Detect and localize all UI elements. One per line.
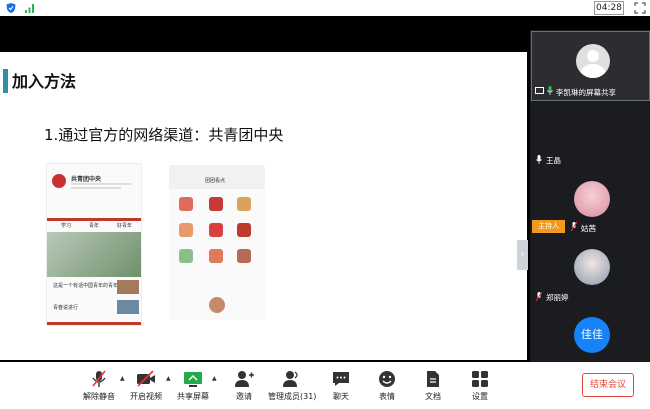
meeting-window: 04:28 加入方法 1.通过官方的网络渠道：共青团中央 共青团中央 学习 青年… [0, 0, 650, 409]
participant-name: 郑丽婷 [546, 293, 569, 302]
manage-members-label: 管理成员(31) [268, 392, 317, 401]
shield-icon[interactable] [5, 2, 17, 14]
slide-subtitle: 1.通过官方的网络渠道：共青团中央 [44, 126, 284, 144]
participant-name: 王晶 [546, 156, 561, 165]
settings-label: 设置 [472, 392, 488, 401]
account-name: 共青团中央 [71, 176, 102, 183]
invite-button[interactable]: 邀请 [231, 370, 257, 402]
phone-item-2: 青春说进行 [53, 305, 79, 311]
shared-screen: 加入方法 1.通过官方的网络渠道：共青团中央 共青团中央 学习 青年 好青年 这… [0, 52, 528, 360]
title-accent-bar [3, 69, 8, 93]
chat-label: 聊天 [333, 392, 349, 401]
participant-name: 姑茜 [581, 224, 596, 233]
fullscreen-icon[interactable] [634, 2, 646, 14]
manage-members-button[interactable]: 管理成员(31) [268, 370, 317, 402]
video-options-caret[interactable]: ▲ [166, 375, 171, 382]
phone-tab-1: 学习 [61, 223, 72, 229]
phone-banner-image [47, 232, 141, 277]
unmute-label: 解除静音 [83, 392, 115, 401]
invite-label: 邀请 [236, 392, 252, 401]
participant-avatar[interactable] [574, 249, 610, 285]
phone-screenshot-2: 团团看点 [169, 165, 265, 320]
participant-avatar[interactable] [574, 181, 610, 217]
meeting-timer: 04:28 [594, 1, 624, 15]
participant-panel: 李凯琳的屏幕共享 王晶 主持人 姑茜 郑丽婷 佳佳 [530, 30, 650, 362]
phone-screenshot-1: 共青团中央 学习 青年 好青年 这是一个有话中国青年的青年情感 青春说进行 [46, 163, 142, 326]
share-screen-label: 共享屏幕 [177, 392, 209, 401]
start-video-label: 开启视频 [130, 392, 162, 401]
phone-tab-3: 好青年 [117, 223, 133, 229]
mic-icon [536, 155, 542, 164]
participant-name: 李凯琳的屏幕共享 [556, 88, 616, 97]
start-video-button[interactable]: 开启视频 [129, 370, 163, 402]
top-bar: 04:28 [0, 0, 650, 16]
share-screen-button[interactable]: 共享屏幕 [176, 370, 210, 402]
phone-tab-2: 青年 [89, 223, 100, 229]
meeting-toolbar: 解除静音 ▲ 开启视频 ▲ 共享屏幕 ▲ 邀请 管理成员(31) 聊天 表情 文… [0, 362, 650, 409]
host-badge: 主持人 [532, 220, 565, 233]
chat-icon [333, 372, 349, 386]
mic-muted-icon [571, 222, 577, 231]
screen-share-icon [535, 87, 544, 94]
members-icon [283, 371, 298, 387]
document-icon [427, 371, 439, 387]
slide-title: 加入方法 [12, 72, 77, 91]
share-options-caret[interactable]: ▲ [212, 375, 217, 382]
participant-avatar-text[interactable]: 佳佳 [574, 317, 610, 353]
mic-muted-icon [536, 292, 542, 301]
settings-button[interactable]: 设置 [468, 370, 492, 402]
end-meeting-button[interactable]: 结束会议 [582, 373, 634, 397]
emoji-label: 表情 [379, 392, 395, 401]
phone2-title: 团团看点 [205, 178, 226, 184]
avatar [576, 44, 610, 78]
chat-button[interactable]: 聊天 [329, 370, 353, 402]
participant-tile-sharer[interactable]: 李凯琳的屏幕共享 [531, 31, 650, 101]
unmute-button[interactable]: 解除静音 [82, 370, 116, 402]
video-off-icon [137, 370, 155, 387]
emoji-button[interactable]: 表情 [375, 370, 399, 402]
mic-on-icon [547, 86, 553, 95]
emoji-icon [379, 371, 395, 387]
screen-share-icon [184, 372, 202, 387]
mic-options-caret[interactable]: ▲ [120, 375, 125, 382]
add-user-icon [235, 371, 254, 387]
docs-button[interactable]: 文档 [421, 370, 445, 402]
docs-label: 文档 [425, 392, 441, 401]
grid-settings-icon [472, 371, 488, 387]
mic-muted-icon [92, 370, 106, 387]
next-page-button[interactable]: › [517, 240, 528, 270]
account-avatar [52, 174, 66, 188]
signal-icon[interactable] [24, 2, 36, 14]
